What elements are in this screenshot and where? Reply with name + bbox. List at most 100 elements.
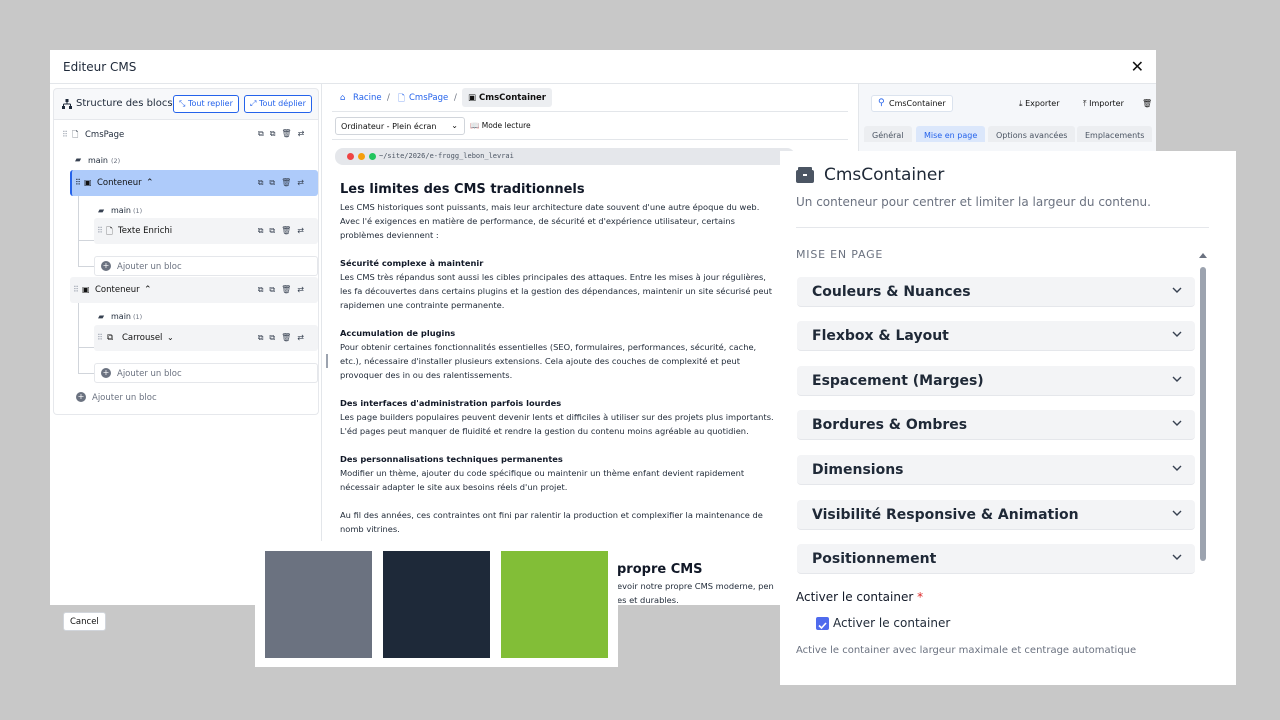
preview-toolbar: Ordinateur - Plein écran ⌄ 📖 Mode lectur… (332, 112, 848, 140)
node-label: Conteneur (97, 178, 142, 188)
breadcrumb-separator: / (454, 93, 457, 103)
add-block-root-button[interactable]: + Ajouter un bloc (70, 388, 318, 408)
plus-icon: + (101, 261, 111, 271)
browser-url-bar: ~/site/2026/e-frogg_lebon_levrai (335, 148, 795, 165)
breadcrumb-root[interactable]: Racine (353, 93, 382, 103)
panel-title: CmsContainer (824, 165, 945, 185)
chevron-down-icon (1172, 465, 1182, 471)
breadcrumb-current-label: CmsContainer (479, 93, 547, 103)
sitemap-icon (62, 99, 72, 109)
section-text: Les page builders populaires peuvent dev… (340, 412, 774, 436)
export-label: Exporter (1025, 99, 1060, 108)
node-actions-icons[interactable]: ⧉⧉🗑⇄ (258, 226, 310, 236)
selected-block-label: CmsContainer (889, 99, 946, 108)
preview-panel: ⌂ Racine / 🗋 CmsPage / ▣ CmsContainer Or… (332, 84, 848, 605)
tree-node-texte-enrichi[interactable]: ⠿ 🗋 Texte Enrichi ⧉⧉🗑⇄ (94, 218, 318, 244)
tree-guide (78, 303, 79, 374)
accordion-espacement[interactable]: Espacement (Marges) (797, 366, 1195, 396)
swatch-green (501, 551, 608, 658)
chevron-down-icon[interactable]: ⌄ (167, 333, 174, 342)
preview-article: Les limites des CMS traditionnels Les CM… (340, 182, 780, 536)
node-actions-icons[interactable]: ⧉⧉🗑⇄ (258, 129, 310, 139)
drag-handle-icon[interactable]: ⠿ (75, 178, 81, 187)
window-title: Editeur CMS (63, 60, 137, 74)
tree-node-conteneur-1[interactable]: ⠿ ▣ Conteneur ⌃ ⧉⧉🗑⇄ (70, 170, 318, 196)
drag-handle-icon[interactable]: ⠿ (62, 130, 68, 139)
selected-block-chip[interactable]: ⚲ CmsContainer (871, 95, 953, 112)
folder-icon: ▰ (75, 155, 82, 164)
tree-node-cmspage[interactable]: CmsPage (85, 130, 124, 140)
tab-options-avancees[interactable]: Options avancées (988, 126, 1076, 142)
accordion-dimensions[interactable]: Dimensions (797, 455, 1195, 485)
file-icon: 🗋 (106, 227, 113, 237)
required-mark: * (917, 590, 924, 604)
plus-icon: + (76, 392, 86, 402)
trash-icon[interactable]: 🗑 (1142, 99, 1152, 108)
collapse-all-button[interactable]: ⤡ Tout replier (173, 95, 239, 113)
expand-all-button[interactable]: ⤢ Tout déplier (244, 95, 312, 113)
tree-node-carrousel[interactable]: ⠿ ⧉ Carrousel ⌄ ⧉⧉🗑⇄ (94, 325, 318, 351)
slot-main-label: main (111, 312, 131, 321)
file-icon: 🗋 (72, 130, 79, 139)
node-actions-icons[interactable]: ⧉⧉🗑⇄ (258, 285, 310, 295)
accordion-positionnement[interactable]: Positionnement (797, 544, 1195, 574)
chevron-down-icon (1172, 287, 1182, 293)
section-title: Sécurité complexe à maintenir (340, 258, 484, 268)
import-button[interactable]: ⤒ Importer (1083, 99, 1124, 109)
accordion-visibilite[interactable]: Visibilité Responsive & Animation (797, 500, 1195, 530)
scrollbar-thumb[interactable] (1200, 267, 1206, 561)
accordion-bordures[interactable]: Bordures & Ombres (797, 410, 1195, 440)
panel-resize-handle[interactable] (326, 354, 328, 368)
drag-handle-icon[interactable]: ⠿ (97, 226, 103, 235)
article-intro: Les CMS historiques sont puissants, mais… (340, 202, 760, 240)
chevron-down-icon (1172, 331, 1182, 337)
tab-general[interactable]: Général (864, 126, 912, 142)
tab-emplacements[interactable]: Emplacements (1077, 126, 1153, 142)
tree-node-conteneur-2[interactable]: ⠿ ▣ Conteneur ⌃ ⧉⧉🗑⇄ (70, 277, 318, 303)
node-actions-icons[interactable]: ⧉⧉🗑⇄ (258, 178, 310, 188)
chevron-up-icon[interactable]: ⌃ (144, 285, 152, 295)
chevron-down-icon (1172, 510, 1182, 516)
field-label: Activer le container * (796, 590, 923, 604)
export-button[interactable]: ⤓ Exporter (1019, 99, 1060, 109)
breadcrumb: ⌂ Racine / 🗋 CmsPage / ▣ CmsContainer (332, 84, 848, 112)
breadcrumb-page[interactable]: CmsPage (409, 93, 448, 103)
drag-handle-icon[interactable]: ⠿ (73, 285, 79, 294)
swatch-navy (383, 551, 490, 658)
accordion-flexbox[interactable]: Flexbox & Layout (797, 321, 1195, 351)
read-mode-button[interactable]: 📖 Mode lecture (470, 121, 531, 130)
tree-guide (78, 266, 94, 267)
chevron-up-icon[interactable]: ⌃ (146, 178, 154, 188)
accordion-couleurs[interactable]: Couleurs & Nuances (797, 277, 1195, 307)
article-text-fragment: evoir notre propre CMS moderne, pen (617, 581, 774, 591)
add-block-button[interactable]: + Ajouter un bloc (94, 363, 318, 383)
add-block-label: Ajouter un bloc (117, 262, 182, 272)
folder-icon: ▰ (98, 312, 105, 321)
file-icon: 🗋 (398, 94, 405, 104)
breadcrumb-separator: / (387, 93, 390, 103)
drag-handle-icon[interactable]: ⠿ (97, 333, 103, 342)
slot-main-count: (1) (133, 313, 143, 321)
node-label: Carrousel (122, 333, 163, 343)
slot-main-count: (2) (111, 157, 121, 165)
scroll-up-icon[interactable] (1199, 253, 1207, 258)
help-text: Active le container avec largeur maximal… (796, 645, 1137, 656)
checkbox-label[interactable]: Activer le container (833, 616, 950, 630)
tab-mise-en-page[interactable]: Mise en page (916, 126, 986, 142)
field-label-text: Activer le container (796, 590, 914, 604)
cancel-button[interactable]: Cancel (63, 612, 106, 631)
import-label: Importer (1089, 99, 1124, 108)
add-block-label: Ajouter un bloc (92, 393, 157, 403)
add-block-button[interactable]: + Ajouter un bloc (94, 256, 318, 276)
node-actions-icons[interactable]: ⧉⧉🗑⇄ (258, 333, 310, 343)
window-dot-yellow (358, 153, 365, 160)
tree-guide (78, 373, 94, 374)
viewport-select[interactable]: Ordinateur - Plein écran ⌄ (335, 117, 465, 135)
accordion-label: Positionnement (812, 551, 937, 567)
enable-container-checkbox[interactable] (816, 617, 829, 630)
collapse-all-label: Tout replier (187, 99, 233, 108)
section-title: Des interfaces d'administration parfois … (340, 398, 562, 408)
add-block-label: Ajouter un bloc (117, 369, 182, 379)
article-subtitle-fragment: propre CMS (617, 562, 703, 577)
close-icon[interactable]: ✕ (1131, 57, 1144, 76)
